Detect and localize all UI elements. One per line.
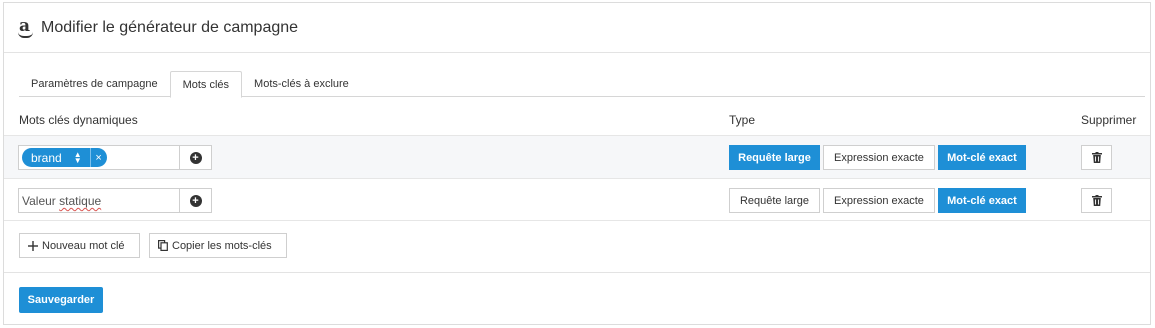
tab-campaign-settings[interactable]: Paramètres de campagne xyxy=(19,71,170,97)
close-icon[interactable]: × xyxy=(89,148,107,167)
copy-keywords-label: Copier les mots-clés xyxy=(172,239,272,252)
plus-icon xyxy=(28,240,38,251)
exact-match-button[interactable]: Mot-clé exact xyxy=(938,188,1026,213)
keyword-row: Valeur statique + Requête large Expressi… xyxy=(4,178,1150,221)
input-placeholder: Valeur statique xyxy=(22,194,102,208)
dynamic-keyword-input[interactable]: brand ▲ ▼ × xyxy=(18,145,180,170)
tab-negative-keywords[interactable]: Mots-clés à exclure xyxy=(242,71,361,97)
match-type-group: Requête large Expression exacte Mot-clé … xyxy=(729,145,1029,170)
add-value-button[interactable]: + xyxy=(180,145,212,170)
plus-circle-icon: + xyxy=(189,151,202,164)
save-button[interactable]: Sauvegarder xyxy=(19,287,103,313)
broad-match-button[interactable]: Requête large xyxy=(729,145,820,170)
match-type-group: Requête large Expression exacte Mot-clé … xyxy=(729,188,1029,213)
tab-bar: Paramètres de campagne Mots clés Mots-cl… xyxy=(19,71,1145,98)
delete-row-button[interactable] xyxy=(1081,145,1112,170)
sort-arrows-icon[interactable]: ▲ ▼ xyxy=(74,150,82,164)
page-title: Modifier le générateur de campagne xyxy=(41,18,299,36)
column-header-type: Type xyxy=(729,113,756,127)
static-value-input[interactable]: Valeur statique xyxy=(18,188,180,213)
column-header-keywords: Mots clés dynamiques xyxy=(19,113,138,127)
campaign-generator-panel: a Modifier le générateur de campagne Par… xyxy=(3,2,1151,325)
trash-icon xyxy=(1091,152,1102,163)
trash-icon xyxy=(1091,195,1102,206)
chip-label: brand xyxy=(31,150,62,165)
phrase-match-button[interactable]: Expression exacte xyxy=(823,188,935,213)
footer-divider xyxy=(4,272,1150,273)
keyword-chip[interactable]: brand ▲ ▼ × xyxy=(22,148,107,167)
new-keyword-button[interactable]: Nouveau mot clé xyxy=(19,233,140,258)
tab-keywords[interactable]: Mots clés xyxy=(169,71,243,98)
copy-keywords-button[interactable]: Copier les mots-clés xyxy=(149,233,287,258)
broad-match-button[interactable]: Requête large xyxy=(729,188,820,213)
column-header-delete: Supprimer xyxy=(1081,113,1137,127)
panel-header: a Modifier le générateur de campagne xyxy=(4,3,1150,53)
row-divider xyxy=(4,220,1150,221)
copy-icon xyxy=(158,240,168,251)
keyword-row: brand ▲ ▼ × + Requête large Expression ex… xyxy=(4,135,1150,178)
exact-match-button[interactable]: Mot-clé exact xyxy=(938,145,1026,170)
plus-circle-icon: + xyxy=(189,194,202,207)
amazon-logo-icon: a xyxy=(18,16,34,39)
delete-row-button[interactable] xyxy=(1081,188,1112,213)
new-keyword-label: Nouveau mot clé xyxy=(42,239,125,252)
phrase-match-button[interactable]: Expression exacte xyxy=(823,145,935,170)
add-value-button[interactable]: + xyxy=(180,188,212,213)
